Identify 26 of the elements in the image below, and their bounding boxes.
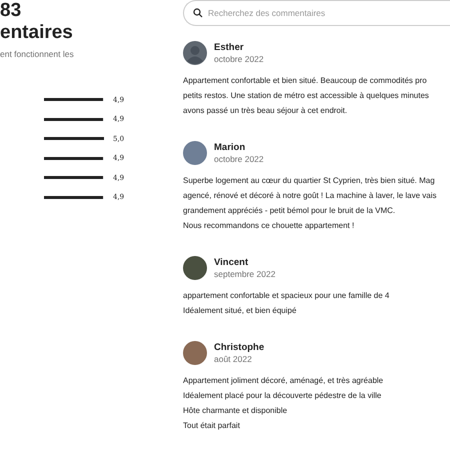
reviewer-name: Vincent (214, 256, 250, 268)
section-subtitle: ent fonctionnent les (0, 49, 75, 60)
review-text-line: Idéalement placé pour la découverte pédestre de la ville (183, 390, 382, 402)
review-text-line: Nous recommandons ce chouette appartement ! (183, 220, 356, 232)
review-text-line: avons passé un très beau séjour à cet endroit. (183, 105, 348, 117)
review-text-line: Idéalement situé, et bien équipé (183, 305, 298, 317)
review-date: octobre 2022 (214, 154, 264, 164)
review-text-line: Tout était parfait (183, 420, 241, 432)
review-text-line: Appartement confortable et bien situé. Beaucoup de commodités pro (183, 75, 428, 87)
review-text-line: grandement appréciés - petit bémol pour le bruit de la VMC. (183, 205, 396, 217)
reviewer-name: Christophe (214, 342, 264, 354)
review-text-line: Hôte charmante et disponible (183, 405, 288, 417)
review-text-line: petits restos. Une station de métro est accessible à quelques minutes (183, 90, 430, 102)
review-text-line: agencé, rénové et décoré à notre goût ! La machine à laver, le lave vais (183, 190, 438, 202)
review-count: 83 (0, 0, 22, 22)
reviewer-name: Marion (214, 142, 246, 154)
search-field[interactable]: Recherchez des commentaires (183, 0, 450, 26)
review-text-line: Superbe logement au cœur du quartier St Cyprien, très bien situé. Mag (183, 175, 436, 187)
review-text-line: appartement confortable et spacieux pour une famille de 4 (183, 290, 390, 302)
search-icon (193, 8, 203, 18)
review-date: octobre 2022 (214, 54, 264, 64)
review-text-line: Appartement joliment décoré, aménagé, et très agréable (183, 375, 384, 387)
review-date: août 2022 (214, 354, 253, 364)
review-date: septembre 2022 (214, 268, 276, 280)
section-title: entaires (0, 22, 74, 44)
reviewer-name: Esther (214, 42, 245, 54)
